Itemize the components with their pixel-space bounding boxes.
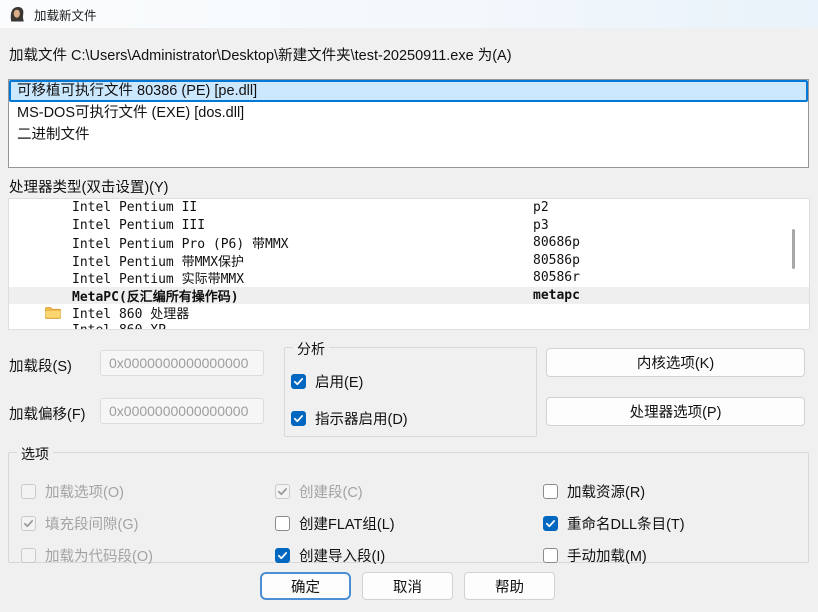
checkbox-label: 指示器启用(D) (315, 408, 408, 429)
processor-row[interactable]: MetaPC(反汇编所有操作码) metapc (9, 287, 809, 305)
loading-offset-input (100, 398, 264, 424)
file-format-option[interactable]: 二进制文件 (9, 124, 808, 146)
checkbox-row: 填充段间隙(G) (21, 513, 153, 534)
processor-name: MetaPC(反汇编所有操作码) (72, 286, 239, 305)
checkbox-row[interactable]: 创建FLAT组(L) (275, 513, 395, 534)
processor-name: Intel Pentium Pro (P6) 带MMX (72, 233, 289, 252)
processor-name: Intel 860 处理器 (72, 303, 189, 322)
checkbox[interactable] (543, 516, 558, 531)
checkbox-row[interactable]: 重命名DLL条目(T) (543, 513, 685, 534)
analysis-checkboxes: 启用(E) 指示器启用(D) (291, 371, 408, 429)
folder-icon (45, 306, 61, 319)
checkbox (21, 484, 36, 499)
checkbox[interactable] (291, 411, 306, 426)
checkbox-label: 手动加载(M) (567, 545, 647, 566)
cancel-button[interactable]: 取消 (362, 572, 453, 600)
processor-id: 80586p (533, 253, 580, 268)
checkbox-row: 加载选项(O) (21, 481, 153, 502)
load-new-file-dialog: 加载新文件 加载文件 C:\Users\Administrator\Deskto… (0, 0, 818, 612)
processor-row[interactable]: Intel Pentium 实际带MMX 80586r (9, 269, 809, 287)
checkbox-row[interactable]: 创建导入段(I) (275, 545, 395, 566)
processor-name: Intel Pentium 实际带MMX (72, 268, 244, 287)
loading-segment-input (100, 350, 264, 376)
processor-name: Intel Pentium 带MMX保护 (72, 251, 244, 270)
checkbox[interactable] (543, 484, 558, 499)
processor-name: Intel Pentium II (72, 200, 197, 215)
checkbox-label: 加载选项(O) (45, 481, 124, 502)
checkbox-row[interactable]: 加载资源(R) (543, 481, 685, 502)
options-column-2: 创建段(C) 创建FLAT组(L) 创建导入段(I) (275, 481, 395, 566)
checkbox-label: 创建导入段(I) (299, 545, 385, 566)
checkbox[interactable] (291, 374, 306, 389)
checkbox-row: 创建段(C) (275, 481, 395, 502)
processor-type-label: 处理器类型(双击设置)(Y) (9, 176, 169, 197)
file-format-option[interactable]: 可移植可执行文件 80386 (PE) [pe.dll] (9, 80, 808, 102)
options-column-1: 加载选项(O) 填充段间隙(G) 加载为代码段(O) (21, 481, 153, 566)
processor-row[interactable]: Intel Pentium II p2 (9, 199, 809, 217)
checkbox[interactable] (275, 516, 290, 531)
file-format-option[interactable]: MS-DOS可执行文件 (EXE) [dos.dll] (9, 102, 808, 124)
checkbox-label: 重命名DLL条目(T) (567, 513, 685, 534)
processor-row[interactable]: Intel Pentium Pro (P6) 带MMX 80686p (9, 234, 809, 252)
processor-row[interactable]: Intel 860 处理器 (9, 304, 809, 322)
processor-id: p2 (533, 200, 549, 215)
processor-id: 80686p (533, 235, 580, 250)
load-file-path-label: 加载文件 C:\Users\Administrator\Desktop\新建文件… (9, 44, 512, 65)
options-column-3: 加载资源(R) 重命名DLL条目(T) 手动加载(M) (543, 481, 685, 566)
options-groupbox: 选项 加载选项(O)填充段间隙(G)加载为代码段(O) 创建段(C)创建FLAT… (8, 452, 809, 563)
processor-name: Intel Pentium III (72, 218, 205, 233)
checkbox (21, 548, 36, 563)
checkbox (275, 484, 290, 499)
checkbox-label: 填充段间隙(G) (45, 513, 138, 534)
options-group-title: 选项 (17, 444, 53, 464)
processor-id: p3 (533, 218, 549, 233)
loading-segment-label: 加载段(S) (9, 355, 72, 376)
processor-id: 80586r (533, 270, 580, 285)
processor-row[interactable]: Intel Pentium 带MMX保护 80586p (9, 252, 809, 270)
checkbox-label: 创建段(C) (299, 481, 363, 502)
checkbox-row: 加载为代码段(O) (21, 545, 153, 566)
checkbox-row[interactable]: 手动加载(M) (543, 545, 685, 566)
ida-app-icon (8, 5, 26, 23)
loading-offset-label: 加载偏移(F) (9, 403, 86, 424)
window-title: 加载新文件 (34, 5, 97, 24)
processor-row[interactable]: Intel 860 XP (9, 322, 809, 331)
analysis-group-title: 分析 (293, 339, 329, 359)
help-button[interactable]: 帮助 (464, 572, 555, 600)
checkbox[interactable] (275, 548, 290, 563)
analysis-groupbox: 分析 启用(E)指示器启用(D) (284, 347, 537, 437)
checkbox-label: 创建FLAT组(L) (299, 513, 395, 534)
checkbox-row[interactable]: 指示器启用(D) (291, 408, 408, 429)
checkbox-label: 启用(E) (315, 371, 363, 392)
processor-row[interactable]: Intel Pentium III p3 (9, 217, 809, 235)
checkbox[interactable] (543, 548, 558, 563)
file-format-listbox[interactable]: 可移植可执行文件 80386 (PE) [pe.dll]MS-DOS可执行文件 … (8, 79, 809, 168)
ok-button[interactable]: 确定 (260, 572, 351, 600)
processor-options-button[interactable]: 处理器选项(P) (546, 397, 805, 426)
processor-id: metapc (533, 288, 580, 303)
processor-listbox[interactable]: Intel Pentium IIp2Intel Pentium IIIp3Int… (8, 198, 810, 330)
checkbox-row[interactable]: 启用(E) (291, 371, 408, 392)
titlebar: 加载新文件 (0, 0, 818, 28)
checkbox (21, 516, 36, 531)
processor-name: Intel 860 XP (72, 323, 166, 330)
checkbox-label: 加载为代码段(O) (45, 545, 153, 566)
checkbox-label: 加载资源(R) (567, 481, 645, 502)
kernel-options-button[interactable]: 内核选项(K) (546, 348, 805, 377)
